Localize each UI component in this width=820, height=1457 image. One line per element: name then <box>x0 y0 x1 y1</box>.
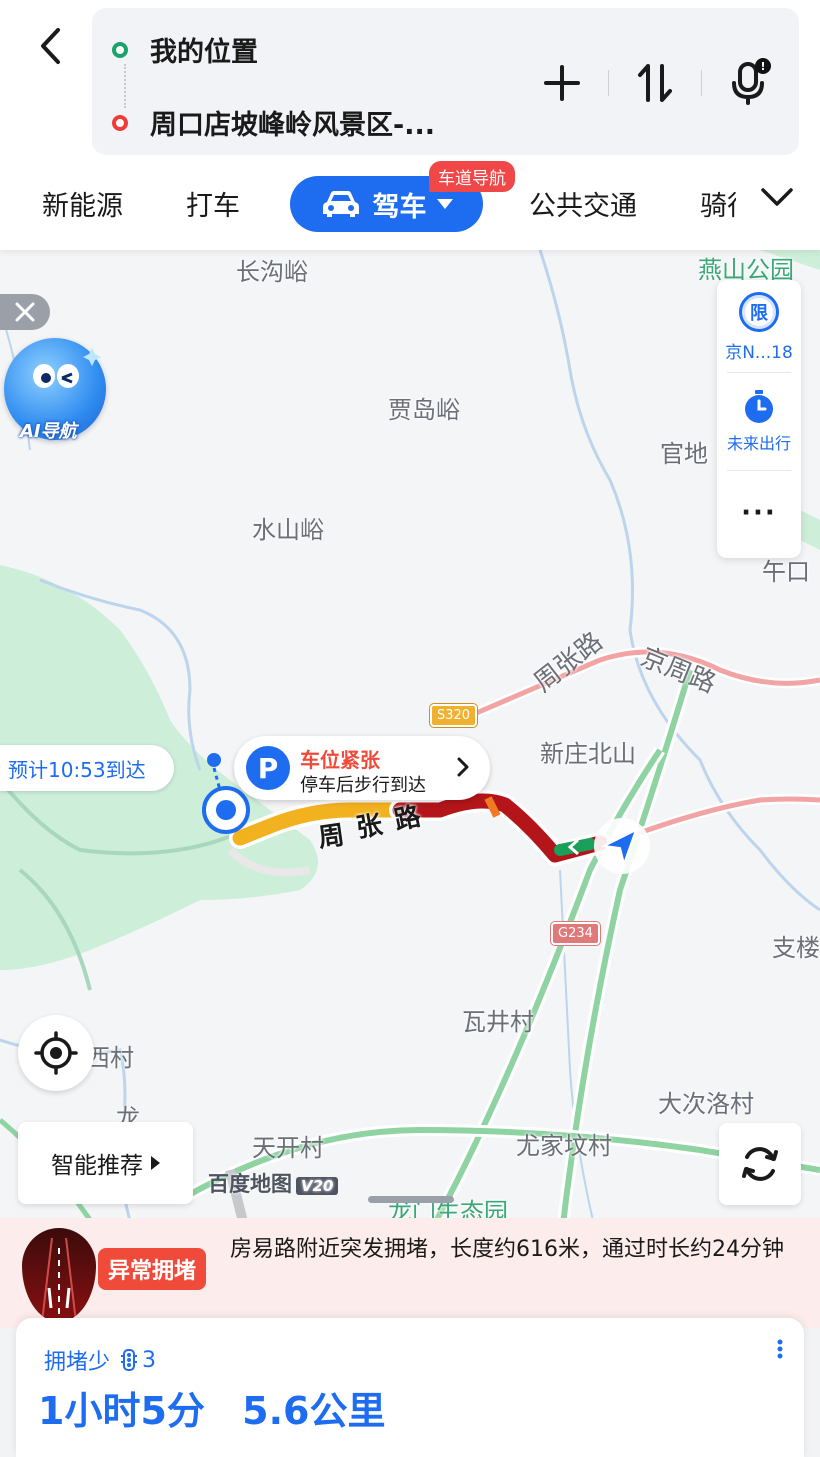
restriction-label: 京N...18 <box>725 343 793 363</box>
more-vertical-icon[interactable] <box>776 1338 784 1360</box>
parking-subtitle: 停车后步行到达 <box>300 775 426 796</box>
more-modes-button[interactable] <box>760 186 794 212</box>
refresh-icon <box>742 1147 778 1181</box>
tab-public-transit[interactable]: 公共交通 <box>529 184 637 223</box>
add-waypoint-button[interactable] <box>533 54 591 112</box>
route-summary-main: 1小时5分 5.6公里 <box>38 1380 385 1435</box>
lane-navigation-badge: 车道导航 <box>429 161 515 192</box>
road-shield: G234 <box>551 922 600 945</box>
place-label[interactable]: 支楼 <box>772 928 820 963</box>
brand-name: 百度地图 <box>208 1172 292 1196</box>
refresh-route-button[interactable] <box>719 1123 801 1205</box>
origin-row[interactable]: 我的位置 <box>112 30 258 69</box>
future-travel-label: 未来出行 <box>726 434 791 453</box>
tab-drive-label: 驾车 <box>372 191 427 223</box>
route-road-char: 周 <box>316 820 347 854</box>
stopwatch-icon <box>745 390 773 423</box>
restriction-icon: 限 <box>739 292 779 332</box>
destination-text: 周口店坡峰岭风景区-... <box>150 110 435 141</box>
close-icon <box>15 302 35 322</box>
divider <box>727 372 791 373</box>
traffic-jam-icon <box>22 1228 96 1322</box>
smart-recommend-label: 智能推荐 <box>51 1153 143 1179</box>
drag-handle[interactable] <box>368 1196 454 1203</box>
divider <box>727 470 791 471</box>
crosshair-icon <box>34 1031 78 1075</box>
eta-label: 预计10:53到达 <box>0 745 174 791</box>
congestion-info: 拥堵少 3 <box>44 1344 156 1376</box>
divider <box>608 70 609 96</box>
back-button[interactable] <box>30 24 70 68</box>
swap-route-button[interactable] <box>626 54 684 112</box>
route-duration: 1小时5分 <box>38 1389 205 1433</box>
more-options-button[interactable]: ··· <box>717 498 801 528</box>
play-arrow-icon <box>151 1156 160 1170</box>
destination-row[interactable]: 周口店坡峰岭风景区-... <box>112 103 435 142</box>
tab-new-energy[interactable]: 新能源 <box>42 184 123 223</box>
chevron-left-icon <box>41 28 60 64</box>
place-label[interactable]: 官地 <box>660 434 708 469</box>
swap-icon <box>638 64 672 102</box>
route-input-box: 我的位置 周口店坡峰岭风景区-... ! <box>92 8 799 155</box>
plus-icon <box>544 65 580 101</box>
place-label[interactable]: 贾岛峪 <box>388 390 460 425</box>
place-label[interactable]: 天开村 <box>252 1128 324 1163</box>
voice-button[interactable]: ! <box>719 54 777 112</box>
future-travel-button[interactable]: 未来出行 <box>717 388 801 454</box>
car-icon <box>322 191 359 217</box>
origin-dot-icon <box>112 41 128 58</box>
smart-recommend-button[interactable]: 智能推荐 <box>18 1122 193 1204</box>
congestion-label: 拥堵少 <box>44 1350 111 1375</box>
brand-version: V20 <box>296 1177 339 1195</box>
close-ai-button[interactable] <box>0 294 50 330</box>
caret-down-icon <box>436 199 453 209</box>
place-label[interactable]: 长沟峪 <box>236 252 308 287</box>
tab-cycling[interactable]: 骑行 <box>700 184 736 223</box>
parking-card[interactable]: P 车位紧张 停车后步行到达 <box>234 736 490 800</box>
place-label[interactable]: 尤家坟村 <box>516 1126 612 1161</box>
brand-logo: 百度地图 V20 <box>208 1168 339 1198</box>
alert-badge-icon: ! <box>755 58 771 74</box>
destination-dot-icon <box>112 114 128 131</box>
place-label[interactable]: 大次洛村 <box>658 1084 754 1119</box>
traffic-light-count: 3 <box>142 1347 157 1373</box>
map-side-panel: 限 京N...18 未来出行 ··· <box>717 280 801 558</box>
parking-title: 车位紧张 <box>300 748 380 772</box>
tab-taxi[interactable]: 打车 <box>186 184 240 223</box>
chevron-right-icon <box>457 757 469 777</box>
alert-text: 房易路附近突发拥堵，长度约616米，通过时长约24分钟 <box>230 1237 784 1262</box>
route-connector <box>124 64 126 108</box>
origin-text: 我的位置 <box>150 37 258 68</box>
top-bar: 我的位置 周口店坡峰岭风景区-... ! 新能源 打车 驾车 车道导航 公共交通… <box>0 0 820 250</box>
route-distance: 5.6公里 <box>242 1389 386 1433</box>
congestion-alert[interactable]: 异常拥堵 房易路附近突发拥堵，长度约616米，通过时长约24分钟 <box>0 1218 820 1328</box>
place-label[interactable]: 水山峪 <box>252 510 324 545</box>
route-actions: ! <box>533 54 777 112</box>
traffic-light-icon <box>121 1349 138 1371</box>
ai-navigation-label: AI导航 <box>20 421 77 442</box>
place-label[interactable]: 瓦井村 <box>462 1002 534 1037</box>
place-label[interactable]: 新庄北山 <box>540 734 636 769</box>
locate-me-button[interactable] <box>18 1015 94 1091</box>
parking-icon: P <box>246 746 290 790</box>
route-summary-card[interactable]: 拥堵少 3 1小时5分 5.6公里 <box>16 1318 804 1457</box>
divider <box>701 70 702 96</box>
road-shield: S320 <box>430 704 478 727</box>
restriction-button[interactable]: 限 京N...18 <box>717 292 801 363</box>
chevron-down-icon <box>761 188 793 206</box>
transport-mode-tabs: 新能源 打车 驾车 车道导航 公共交通 骑行 <box>0 161 820 238</box>
alert-tag: 异常拥堵 <box>98 1248 207 1290</box>
